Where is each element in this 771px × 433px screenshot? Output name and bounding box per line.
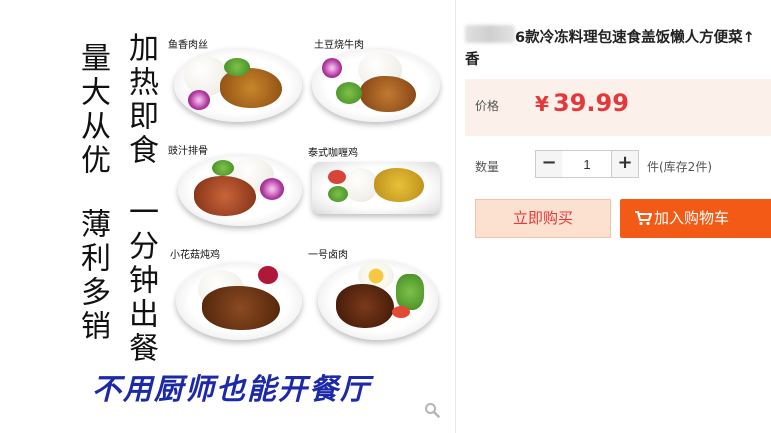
dish-label: 小花菇炖鸡 <box>170 250 220 261</box>
currency-symbol: ¥ <box>535 92 549 116</box>
add-to-cart-button[interactable]: 加入购物车 <box>620 199 771 238</box>
quantity-input[interactable] <box>562 150 612 178</box>
slogan-bulk-discount: 量大从优 <box>75 42 110 178</box>
product-image[interactable]: 量大从优 薄利多销 加热即食 一分钟出餐 鱼香肉丝 土豆烧牛肉 豉汁排骨 泰式咖… <box>0 0 455 433</box>
dish-beef-potato: 土豆烧牛肉 <box>308 36 448 126</box>
bottom-slogan: 不用厨师也能开餐厅 <box>92 372 372 406</box>
dish-blackbean-ribs: 豉汁排骨 <box>168 142 308 232</box>
quantity-decrease-button[interactable]: − <box>535 150 563 178</box>
dish-label: 一号卤肉 <box>308 250 348 261</box>
product-title: 6款冷冻料理包速食盖饭懒人方便菜↑ 香 <box>465 24 771 70</box>
slogan-low-margin: 薄利多销 <box>75 208 110 344</box>
title-line-1: 6款冷冻料理包速食盖饭懒人方便菜↑ <box>515 30 755 46</box>
price-value: 39.99 <box>553 89 629 117</box>
slogan-one-minute: 一分钟出餐 <box>123 196 158 366</box>
dish-label: 泰式咖喱鸡 <box>308 148 358 159</box>
buy-now-button[interactable]: 立即购买 <box>475 199 611 238</box>
dish-yuxiang-pork: 鱼香肉丝 <box>168 36 308 126</box>
dish-thai-curry-chicken: 泰式咖喱鸡 <box>308 142 448 232</box>
zoom-icon[interactable] <box>424 402 440 418</box>
stock-text: 件(库存2件) <box>647 160 712 174</box>
panel-divider <box>455 0 456 433</box>
dish-mushroom-chicken: 小花菇炖鸡 <box>168 244 308 344</box>
price-label: 价格 <box>475 99 500 113</box>
dish-braised-pork: 一号卤肉 <box>308 244 448 344</box>
quantity-label: 数量 <box>475 160 500 174</box>
redacted-shop-name <box>465 25 515 43</box>
dish-label: 豉汁排骨 <box>168 146 208 157</box>
quantity-increase-button[interactable]: + <box>611 150 639 178</box>
cart-icon <box>635 211 652 226</box>
slogan-ready-to-eat: 加热即食 <box>123 32 158 168</box>
title-line-2: 香 <box>465 52 480 68</box>
dish-label: 鱼香肉丝 <box>168 40 208 51</box>
price-box: 价格 ¥ 39.99 <box>465 79 771 136</box>
add-to-cart-label: 加入购物车 <box>654 209 730 227</box>
